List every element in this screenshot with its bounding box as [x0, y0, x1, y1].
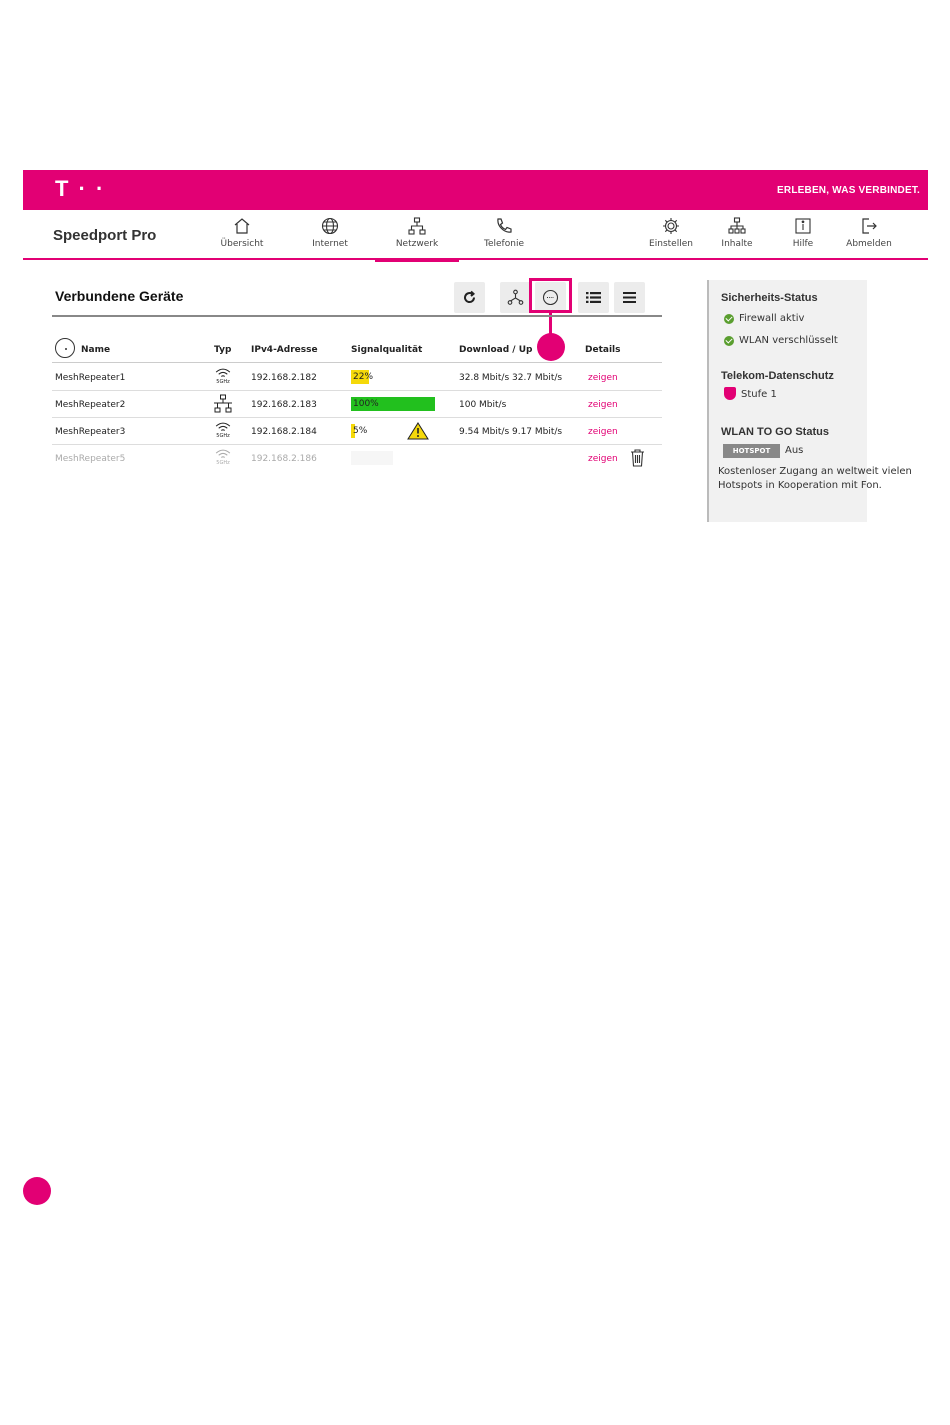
brand-tagline: ERLEBEN, WAS VERBINDET.: [777, 185, 920, 196]
table-row[interactable]: MeshRepeater3 5GHz 192.168.2.184 5% 9.54…: [52, 418, 662, 445]
menu-icon: [623, 292, 636, 303]
shield-icon: [724, 387, 736, 400]
wifi-5ghz-icon: 5GHz: [212, 421, 234, 441]
telekom-logo[interactable]: T · ·: [55, 176, 105, 202]
details-link[interactable]: zeigen: [588, 427, 618, 437]
device-name: MeshRepeater3: [55, 427, 126, 437]
highlight-frame: [529, 278, 572, 313]
phone-icon: [497, 218, 512, 233]
nav-label: Internet: [312, 239, 348, 249]
band-label: 5GHz: [216, 433, 230, 439]
topology-view-button[interactable]: [500, 282, 531, 313]
topology-icon: [507, 289, 524, 305]
table-row[interactable]: MeshRepeater1 5GHz 192.168.2.182 22% 32.…: [52, 364, 662, 391]
page-marker: [23, 1177, 51, 1205]
device-name: MeshRepeater5: [55, 454, 126, 464]
device-ip: 192.168.2.186: [251, 454, 317, 464]
col-signal[interactable]: Signalqualität: [351, 345, 422, 355]
details-link[interactable]: zeigen: [588, 400, 618, 410]
check-icon: [724, 336, 734, 346]
home-icon: [234, 218, 250, 234]
details-link[interactable]: zeigen: [588, 373, 618, 383]
nav-label: Übersicht: [220, 239, 264, 249]
device-speed: 100 Mbit/s: [459, 400, 507, 410]
col-name[interactable]: Name: [81, 345, 110, 355]
col-ip[interactable]: IPv4-Adresse: [251, 345, 318, 355]
band-label: 5GHz: [216, 460, 230, 466]
device-speed: 32.8 Mbit/s 32.7 Mbit/s: [459, 373, 563, 383]
details-link[interactable]: zeigen: [588, 454, 618, 464]
col-speed[interactable]: Download / Up: [459, 345, 532, 355]
hotspot-state: Aus: [785, 445, 804, 456]
table-header: Name Typ IPv4-Adresse Signalqualität Dow…: [52, 336, 662, 363]
warning-icon: [407, 421, 429, 441]
nav-abmelden[interactable]: Abmelden: [824, 216, 914, 256]
device-name: MeshRepeater2: [55, 400, 126, 410]
panel-title: Verbundene Geräte: [55, 288, 184, 304]
list-view-button[interactable]: [578, 282, 609, 313]
security-status-title: Sicherheits-Status: [721, 292, 818, 304]
signal-bar: 22%: [351, 370, 435, 384]
signal-value: 5%: [353, 426, 368, 436]
signal-bar: [351, 451, 393, 465]
menu-button[interactable]: [614, 282, 645, 313]
info-icon: [795, 218, 811, 234]
wlan-status: WLAN verschlüsselt: [739, 335, 838, 346]
main-navigation: Speedport Pro Übersicht Internet Netzwer…: [23, 210, 928, 262]
network-icon: [408, 217, 426, 235]
table-row[interactable]: MeshRepeater2 192.168.2.183 100% 100 Mbi…: [52, 391, 662, 418]
panel-divider: [52, 315, 662, 317]
hotspot-description: Kostenloser Zugang an weltweit vielen Ho…: [718, 466, 912, 491]
wifi-5ghz-icon: 5GHz: [212, 448, 234, 468]
device-name: MeshRepeater1: [55, 373, 126, 383]
globe-icon: [321, 217, 339, 235]
gear-icon: [663, 218, 679, 234]
firewall-status: Firewall aktiv: [739, 313, 805, 324]
trash-icon[interactable]: [629, 448, 646, 468]
callout-marker: [537, 333, 565, 361]
nav-netzwerk[interactable]: Netzwerk: [372, 216, 462, 262]
wifi-5ghz-icon: 5GHz: [212, 367, 234, 387]
band-label: 5GHz: [216, 379, 230, 385]
lan-icon: [212, 394, 234, 414]
product-title: Speedport Pro: [53, 227, 157, 244]
nav-label: Netzwerk: [395, 239, 439, 249]
content-icon: [728, 217, 746, 234]
nav-label: Telefonie: [484, 239, 524, 249]
logout-icon: [862, 218, 877, 234]
device-ip: 192.168.2.182: [251, 373, 317, 383]
col-details: Details: [585, 345, 621, 355]
status-sidebar: Sicherheits-Status Firewall aktiv WLAN v…: [707, 280, 912, 522]
device-ip: 192.168.2.183: [251, 400, 317, 410]
brand-bar: T · · ERLEBEN, WAS VERBINDET.: [23, 170, 928, 210]
signal-value: 100%: [353, 399, 379, 409]
check-icon: [724, 314, 734, 324]
device-speed: 9.54 Mbit/s 9.17 Mbit/s: [459, 427, 563, 437]
list-icon: [586, 292, 601, 303]
table-row[interactable]: MeshRepeater5 5GHz 192.168.2.186 zeigen: [52, 445, 662, 472]
signal-bar: 100%: [351, 397, 435, 411]
nav-label: Abmelden: [846, 239, 892, 249]
signal-value: 22%: [353, 372, 374, 382]
hotspot-badge: HOTSPOT: [723, 444, 780, 458]
col-type[interactable]: Typ: [214, 345, 231, 355]
privacy-title: Telekom-Datenschutz: [721, 370, 834, 382]
privacy-level[interactable]: Stufe 1: [741, 389, 777, 400]
device-ip: 192.168.2.184: [251, 427, 317, 437]
refresh-icon: [464, 290, 476, 304]
nav-uebersicht[interactable]: Übersicht: [197, 216, 287, 256]
refresh-button[interactable]: [454, 282, 485, 313]
hotspot-title: WLAN TO GO Status: [721, 426, 829, 438]
nav-internet[interactable]: Internet: [285, 216, 375, 256]
select-all-toggle[interactable]: [55, 338, 75, 358]
nav-telefonie[interactable]: Telefonie: [459, 216, 549, 256]
